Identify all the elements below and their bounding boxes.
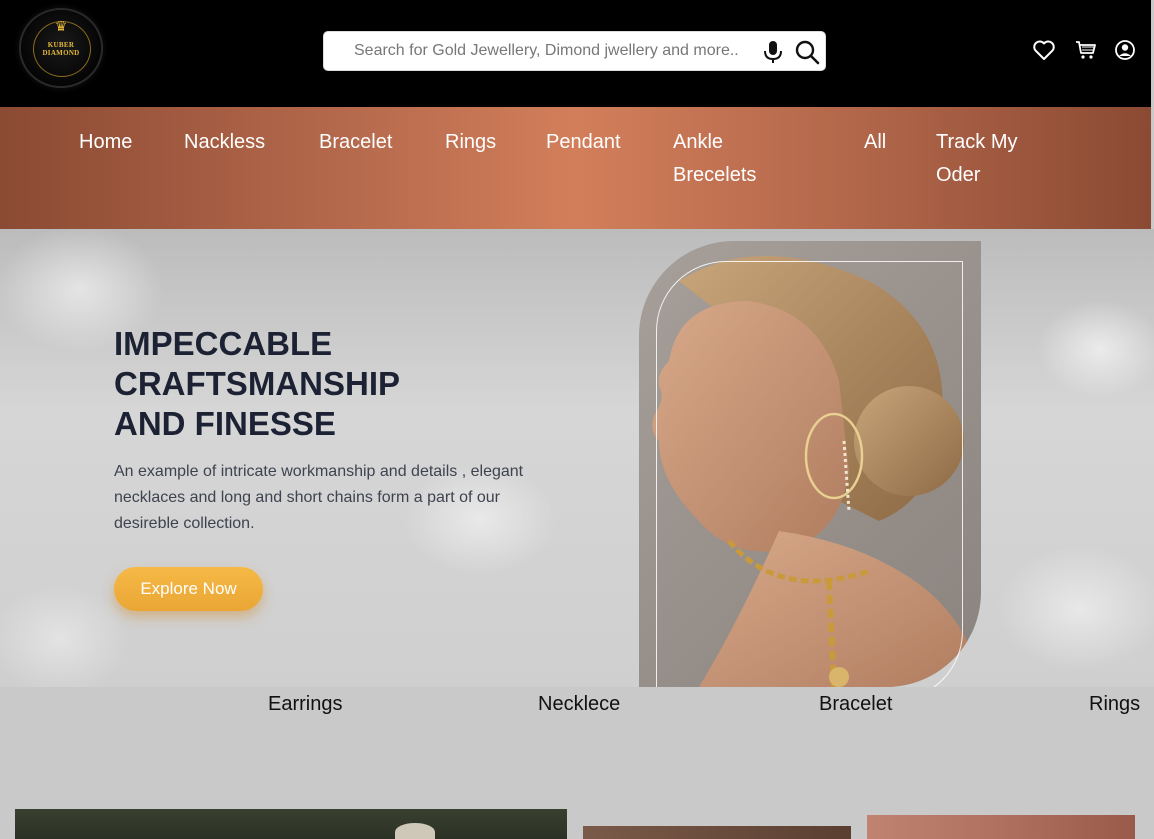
nav-item-home[interactable]: Home (79, 126, 132, 159)
nav-item-label-line2: Oder (936, 164, 981, 186)
search-input[interactable] (354, 32, 754, 70)
nav-item-label: Nackless (184, 131, 266, 153)
explore-now-button[interactable]: Explore Now (114, 567, 263, 611)
hero-decorative-frame (656, 261, 963, 701)
heart-icon[interactable] (1032, 38, 1056, 62)
nav-item-ankle-bracelets[interactable]: Ankle Brecelets (673, 126, 756, 192)
nav-item-pendant[interactable]: Pendant (546, 126, 621, 159)
cart-icon[interactable] (1074, 38, 1098, 62)
category-earrings[interactable]: Earrings (268, 690, 342, 718)
hero-banner: IMPECCABLE CRAFTSMANSHIP AND FINESSE An … (0, 229, 1154, 687)
search-bar (323, 31, 826, 71)
category-necklace[interactable]: Necklece (538, 690, 620, 718)
crown-icon: ♛ (54, 18, 68, 34)
top-header: ♛ KUBER DIAMOND (0, 0, 1151, 107)
hero-title-line2: CRAFTSMANSHIP (114, 365, 400, 402)
product-image (395, 823, 435, 839)
nav-item-label: All (864, 131, 887, 153)
logo-brand-line1: KUBER (47, 41, 75, 49)
hero-title-line1: IMPECCABLE (114, 325, 333, 362)
brand-logo[interactable]: ♛ KUBER DIAMOND (21, 10, 101, 86)
search-icon[interactable] (794, 39, 820, 65)
logo-text: KUBER DIAMOND (21, 41, 101, 57)
nav-item-bracelet[interactable]: Bracelet (319, 126, 392, 159)
hero-title-line3: AND FINESSE (114, 405, 336, 442)
product-card-necklace[interactable] (583, 826, 851, 839)
nav-item-label: Bracelet (319, 131, 393, 153)
nav-item-label-line1: Track My (936, 131, 1018, 153)
product-card-bracelet[interactable] (867, 815, 1135, 839)
nav-item-label: Rings (445, 131, 497, 153)
category-bracelet[interactable]: Bracelet (819, 690, 892, 718)
nav-item-label-line2: Brecelets (673, 164, 757, 186)
hero-description: An example of intricate workmanship and … (114, 463, 524, 532)
product-card-earrings[interactable] (15, 809, 567, 839)
nav-item-all[interactable]: All (864, 126, 886, 159)
nav-item-label: Pendant (546, 131, 621, 153)
nav-item-track-order[interactable]: Track My Oder (936, 126, 1017, 192)
logo-brand-line2: DIAMOND (42, 49, 80, 57)
category-rings[interactable]: Rings (1089, 690, 1140, 718)
account-icon[interactable] (1113, 38, 1137, 62)
nav-item-rings[interactable]: Rings (445, 126, 496, 159)
nav-item-label: Home (79, 131, 133, 153)
microphone-icon[interactable] (762, 40, 784, 64)
hero-title: IMPECCABLE CRAFTSMANSHIP AND FINESSE (114, 324, 534, 444)
nav-item-nackless[interactable]: Nackless (184, 126, 265, 159)
nav-item-label-line1: Ankle (673, 131, 724, 153)
